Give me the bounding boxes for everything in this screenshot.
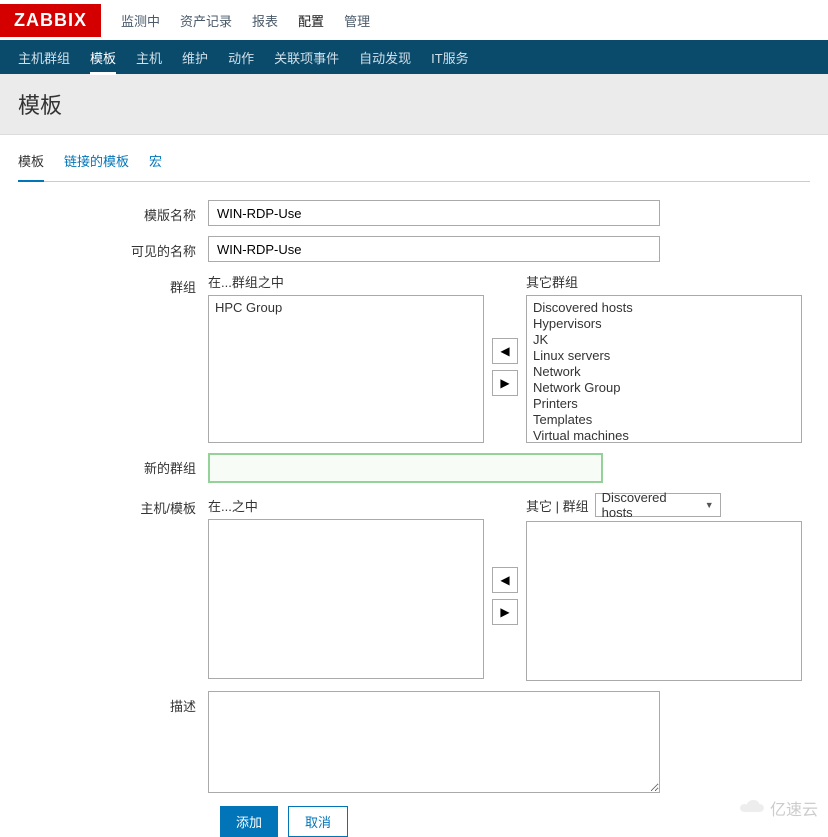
sub-nav: 主机群组 模板 主机 维护 动作 关联项事件 自动发现 IT服务 (0, 40, 828, 74)
tab-template[interactable]: 模板 (18, 141, 44, 182)
triangle-right-icon: ▶ (500, 376, 509, 390)
top-bar: ZABBIX 监测中 资产记录 报表 配置 管理 (0, 0, 828, 40)
groups-label: 群组 (18, 272, 208, 296)
triangle-left-icon: ◀ (500, 573, 509, 587)
new-group-input[interactable] (208, 453, 603, 483)
brand-logo[interactable]: ZABBIX (0, 4, 101, 37)
hosts-move-right-button[interactable]: ▶ (492, 599, 518, 625)
move-left-button[interactable]: ◀ (492, 338, 518, 364)
subnav-discovery[interactable]: 自动发现 (359, 40, 411, 75)
hosts-in-listbox[interactable] (208, 519, 484, 679)
topnav-administration[interactable]: 管理 (344, 1, 370, 40)
subnav-maintenance[interactable]: 维护 (182, 40, 208, 75)
template-form: 模版名称 可见的名称 群组 在...群组之中 HPC Group ◀ (18, 182, 810, 837)
list-item[interactable]: Network Group (531, 380, 797, 396)
subnav-it-services[interactable]: IT服务 (431, 40, 469, 75)
list-item[interactable]: Discovered hosts (531, 300, 797, 316)
hosts-in-label: 在...之中 (208, 496, 484, 515)
page-header: 模板 (0, 74, 828, 135)
visible-name-input[interactable] (208, 236, 660, 262)
hosts-other-listbox[interactable] (526, 521, 802, 681)
groups-other-label: 其它群组 (526, 272, 802, 291)
triangle-left-icon: ◀ (500, 344, 509, 358)
topnav-reports[interactable]: 报表 (252, 1, 278, 40)
tab-macros[interactable]: 宏 (149, 141, 162, 181)
top-nav: 监测中 资产记录 报表 配置 管理 (121, 1, 370, 40)
form-tabs: 模板 链接的模板 宏 (18, 141, 810, 182)
hosts-group-dropdown[interactable]: Discovered hosts (595, 493, 721, 517)
hosts-templates-label: 主机/模板 (18, 493, 208, 517)
list-item[interactable]: Network (531, 364, 797, 380)
page-title: 模板 (18, 88, 810, 120)
template-name-input[interactable] (208, 200, 660, 226)
subnav-actions[interactable]: 动作 (228, 40, 254, 75)
list-item[interactable]: Templates (531, 412, 797, 428)
list-item[interactable]: Printers (531, 396, 797, 412)
subnav-templates[interactable]: 模板 (90, 40, 116, 75)
list-item[interactable]: Linux servers (531, 348, 797, 364)
hosts-other-label: 其它 | 群组 (526, 496, 589, 515)
new-group-label: 新的群组 (18, 453, 208, 477)
add-button[interactable]: 添加 (220, 806, 278, 837)
triangle-right-icon: ▶ (500, 605, 509, 619)
list-item[interactable]: Hypervisors (531, 316, 797, 332)
description-label: 描述 (18, 691, 208, 715)
groups-other-listbox[interactable]: Discovered hosts Hypervisors JK Linux se… (526, 295, 802, 443)
list-item[interactable]: JK (531, 332, 797, 348)
groups-in-listbox[interactable]: HPC Group (208, 295, 484, 443)
template-name-label: 模版名称 (18, 200, 208, 224)
visible-name-label: 可见的名称 (18, 236, 208, 260)
tab-linked-templates[interactable]: 链接的模板 (64, 141, 129, 181)
groups-in-label: 在...群组之中 (208, 272, 484, 291)
description-textarea[interactable] (208, 691, 660, 793)
list-item[interactable]: HPC Group (213, 300, 479, 316)
list-item[interactable]: Virtual machines (531, 428, 797, 443)
topnav-inventory[interactable]: 资产记录 (180, 1, 232, 40)
hosts-move-left-button[interactable]: ◀ (492, 567, 518, 593)
move-right-button[interactable]: ▶ (492, 370, 518, 396)
cancel-button[interactable]: 取消 (288, 806, 348, 837)
topnav-monitoring[interactable]: 监测中 (121, 1, 160, 40)
subnav-hosts[interactable]: 主机 (136, 40, 162, 75)
subnav-host-groups[interactable]: 主机群组 (18, 40, 70, 75)
topnav-configuration[interactable]: 配置 (298, 1, 324, 40)
